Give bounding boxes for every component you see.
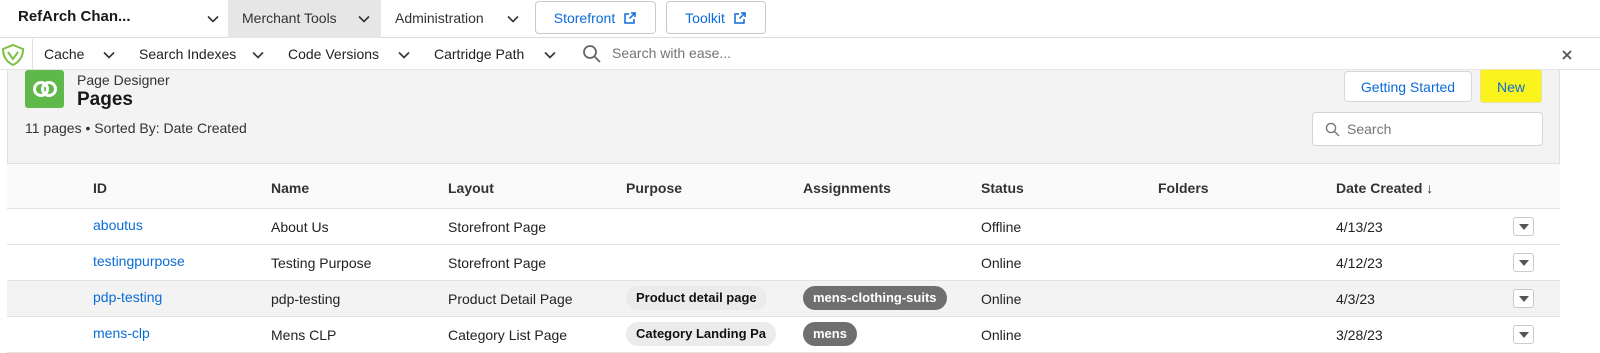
tab-administration[interactable]: Administration <box>395 10 484 26</box>
assignment-pill[interactable]: mens-clothing-suits <box>803 286 947 310</box>
row-layout: Storefront Page <box>448 219 547 235</box>
search-icon <box>582 44 602 64</box>
toolkit-label: Toolkit <box>685 10 725 26</box>
column-header-assignments[interactable]: Assignments <box>803 180 891 196</box>
storefront-label: Storefront <box>553 10 616 26</box>
menu-cartridge-path[interactable]: Cartridge Path <box>434 46 524 62</box>
getting-started-button[interactable]: Getting Started <box>1344 71 1472 102</box>
row-layout: Product Detail Page <box>448 291 573 307</box>
chevron-down-icon <box>1519 260 1529 266</box>
menu-code-versions[interactable]: Code Versions <box>288 46 379 62</box>
search-icon <box>1325 122 1340 137</box>
table-header <box>7 164 1560 209</box>
chevron-down-icon[interactable] <box>102 48 116 62</box>
external-link-icon <box>734 12 746 24</box>
table-row[interactable] <box>7 245 1560 281</box>
column-header-purpose[interactable]: Purpose <box>626 180 682 196</box>
chevron-down-icon <box>1519 296 1529 302</box>
tab-merchant-tools-label[interactable]: Merchant Tools <box>242 10 337 26</box>
row-name: Mens CLP <box>271 327 337 343</box>
external-link-icon <box>624 12 636 24</box>
table-row[interactable] <box>7 281 1560 317</box>
row-layout: Storefront Page <box>448 255 547 271</box>
table-row[interactable] <box>7 317 1560 353</box>
column-header-folders[interactable]: Folders <box>1158 180 1209 196</box>
row-id-link[interactable]: aboutus <box>93 217 143 233</box>
row-actions-button[interactable] <box>1513 217 1534 236</box>
toolkit-button[interactable]: Toolkit <box>666 1 766 34</box>
row-status: Online <box>981 327 1022 343</box>
page-designer-icon <box>25 70 64 108</box>
column-header-layout[interactable]: Layout <box>448 180 494 196</box>
page-title: Pages <box>77 89 133 110</box>
row-actions-button[interactable] <box>1513 253 1534 272</box>
search-input[interactable] <box>1347 121 1532 137</box>
sub-nav: Cache Search Indexes Code Versions Cartr… <box>0 39 1600 70</box>
column-header-date-created[interactable]: Date Created ↓ <box>1336 180 1433 196</box>
row-date: 3/28/23 <box>1336 327 1383 343</box>
column-header-id[interactable]: ID <box>93 180 107 196</box>
purpose-pill: Product detail page <box>626 286 767 310</box>
menu-search-indexes[interactable]: Search Indexes <box>139 46 236 62</box>
row-id-link[interactable]: mens-clp <box>93 325 150 341</box>
list-search-box[interactable] <box>1312 112 1543 146</box>
column-header-status[interactable]: Status <box>981 180 1024 196</box>
row-status: Online <box>981 255 1022 271</box>
row-date: 4/13/23 <box>1336 219 1383 235</box>
row-date: 4/3/23 <box>1336 291 1375 307</box>
menu-cache[interactable]: Cache <box>44 46 84 62</box>
row-actions-button[interactable] <box>1513 289 1534 308</box>
chevron-down-icon[interactable] <box>397 48 411 62</box>
row-actions-button[interactable] <box>1513 325 1534 344</box>
app-name[interactable]: RefArch Chan... <box>18 8 131 25</box>
chevron-down-icon[interactable] <box>251 48 265 62</box>
close-icon[interactable] <box>1561 48 1573 60</box>
top-nav: RefArch Chan... Merchant Tools Administr… <box>0 0 1600 38</box>
global-search-input[interactable] <box>612 45 912 61</box>
shield-logo-icon[interactable] <box>0 42 26 68</box>
chevron-down-icon <box>1519 224 1529 230</box>
chevron-down-icon[interactable] <box>206 12 220 26</box>
row-status: Online <box>981 291 1022 307</box>
row-id-link[interactable]: testingpurpose <box>93 253 185 269</box>
chevron-down-icon[interactable] <box>506 12 520 26</box>
assignment-pill[interactable]: mens <box>803 322 857 346</box>
row-layout: Category List Page <box>448 327 568 343</box>
row-id-link[interactable]: pdp-testing <box>93 289 162 305</box>
table-row[interactable] <box>7 209 1560 245</box>
chevron-down-icon <box>1519 332 1529 338</box>
chevron-down-icon[interactable] <box>357 12 371 26</box>
row-name: Testing Purpose <box>271 255 372 271</box>
page-summary: 11 pages • Sorted By: Date Created <box>25 120 247 136</box>
new-button[interactable]: New <box>1480 69 1542 103</box>
storefront-button[interactable]: Storefront <box>535 1 656 34</box>
column-header-name[interactable]: Name <box>271 180 309 196</box>
row-date: 4/12/23 <box>1336 255 1383 271</box>
row-status: Offline <box>981 219 1022 235</box>
app-label: Page Designer <box>77 72 170 88</box>
divider <box>32 39 33 70</box>
purpose-pill: Category Landing Pa <box>626 322 777 346</box>
chevron-down-icon[interactable] <box>543 48 557 62</box>
row-name: pdp-testing <box>271 291 341 307</box>
row-name: About Us <box>271 219 329 235</box>
